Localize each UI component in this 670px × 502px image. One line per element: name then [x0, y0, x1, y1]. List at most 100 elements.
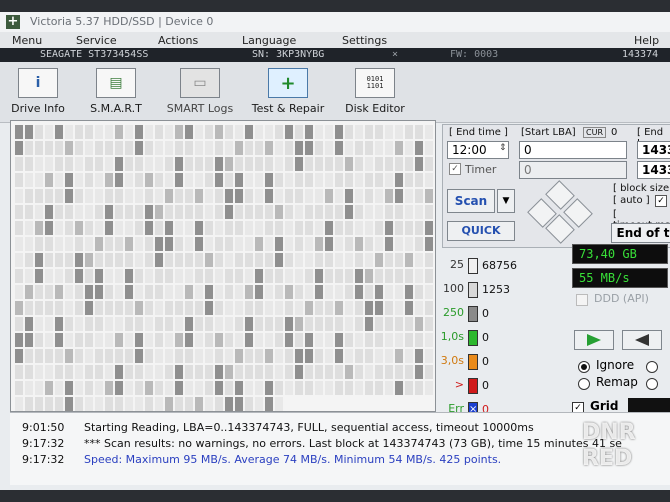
scan-cell: [315, 189, 323, 203]
legend-count: 0: [482, 331, 489, 344]
scan-cell: [305, 157, 313, 171]
menu-menu[interactable]: Menu: [12, 34, 42, 47]
scan-cell: [365, 237, 373, 251]
quick-button[interactable]: QUICK: [447, 221, 515, 241]
scan-cell: [15, 157, 23, 171]
scan-cell: [15, 365, 23, 379]
scan-cell: [55, 301, 63, 315]
scan-cell: [275, 333, 283, 347]
back-button[interactable]: [622, 330, 662, 350]
scan-cell: [385, 237, 393, 251]
scan-cell: [235, 125, 243, 139]
ignore-radio[interactable]: [578, 361, 590, 373]
end-of-test-button[interactable]: End of t: [611, 223, 670, 243]
scan-cell: [175, 125, 183, 139]
drive-model[interactable]: SEAGATE ST373454SS: [40, 48, 148, 62]
scan-cell: [295, 157, 303, 171]
scan-cell: [315, 349, 323, 363]
scan-cell: [55, 173, 63, 187]
scan-cell: [255, 397, 263, 411]
scan-cell: [225, 141, 233, 155]
scan-cell: [15, 205, 23, 219]
scan-cell: [385, 349, 393, 363]
legend-count: 1253: [482, 283, 510, 296]
scan-cell: [185, 205, 193, 219]
remap-radio[interactable]: [578, 378, 590, 390]
scan-cell: [425, 189, 433, 203]
time-spinner-icon[interactable]: ⇕: [499, 143, 507, 153]
smart-logs-button[interactable]: ▭ SMART Logs: [162, 68, 238, 118]
end-lba-input[interactable]: 1433: [637, 141, 670, 159]
menu-service[interactable]: Service: [76, 34, 117, 47]
scan-cell: [235, 173, 243, 187]
scan-cell: [185, 333, 193, 347]
scan-cell: [195, 253, 203, 267]
start-lba-input[interactable]: 0: [519, 141, 627, 159]
smart-button[interactable]: ▤ S.M.A.R.T: [86, 68, 146, 118]
close-icon[interactable]: ×: [392, 48, 398, 62]
legend-count: 68756: [482, 259, 517, 272]
scan-cell: [265, 349, 273, 363]
menu-actions[interactable]: Actions: [158, 34, 198, 47]
option-radio-4[interactable]: [646, 378, 658, 390]
scan-cell: [145, 301, 153, 315]
scan-cell: [215, 349, 223, 363]
end-lba-input-2[interactable]: 1433: [637, 161, 670, 179]
scan-cell: [235, 333, 243, 347]
scan-cell: [85, 349, 93, 363]
scan-cell: [195, 317, 203, 331]
play-button[interactable]: [574, 330, 614, 350]
scan-cell: [315, 317, 323, 331]
scan-cell: [365, 269, 373, 283]
binary-icon: 0101 1101: [355, 68, 395, 98]
scan-cell: [95, 125, 103, 139]
chevron-down-icon[interactable]: ▼: [497, 189, 515, 213]
scan-cell: [25, 381, 33, 395]
scan-cell: [25, 237, 33, 251]
scan-cell: [175, 205, 183, 219]
scan-cell: [115, 317, 123, 331]
start-lba-input-2[interactable]: 0: [519, 161, 627, 179]
scan-cell: [235, 253, 243, 267]
scan-cell: [345, 205, 353, 219]
scan-cell: [315, 365, 323, 379]
scan-cell: [95, 173, 103, 187]
scan-cell: [335, 381, 343, 395]
scan-cell: [265, 237, 273, 251]
scan-cell: [225, 157, 233, 171]
scan-cell: [25, 269, 33, 283]
scan-cell: [265, 205, 273, 219]
scan-cell: [155, 301, 163, 315]
menu-language[interactable]: Language: [242, 34, 296, 47]
scan-cell: [385, 333, 393, 347]
direction-pad[interactable]: [527, 180, 593, 244]
scan-cell: [45, 301, 53, 315]
ddd-checkbox[interactable]: [576, 294, 588, 306]
drive-info-button[interactable]: i Drive Info: [8, 68, 68, 118]
drive-lba: 143374: [622, 49, 659, 60]
option-radio-2[interactable]: [646, 361, 658, 373]
scan-cell: [75, 301, 83, 315]
cur-label: CUR: [583, 127, 606, 138]
scan-cell: [75, 285, 83, 299]
scan-cell: [375, 205, 383, 219]
menu-help[interactable]: Help: [634, 34, 659, 47]
timer-checkbox[interactable]: ✓: [449, 163, 461, 175]
scan-cell: [105, 285, 113, 299]
scan-cell: [365, 285, 373, 299]
scan-button[interactable]: Scan: [447, 189, 495, 213]
disk-editor-button[interactable]: 0101 1101 Disk Editor: [342, 68, 408, 118]
scan-cell: [55, 349, 63, 363]
scan-cell: [405, 269, 413, 283]
scan-cell: [425, 157, 433, 171]
test-repair-button[interactable]: + Test & Repair: [248, 68, 328, 118]
scan-cell: [95, 397, 103, 411]
scan-cell: [35, 301, 43, 315]
auto-checkbox[interactable]: ✓: [655, 195, 667, 207]
scan-cell: [15, 269, 23, 283]
scan-cell: [235, 301, 243, 315]
scan-cell: [325, 269, 333, 283]
scan-cell: [375, 189, 383, 203]
scan-cell: [325, 301, 333, 315]
menu-settings[interactable]: Settings: [342, 34, 387, 47]
